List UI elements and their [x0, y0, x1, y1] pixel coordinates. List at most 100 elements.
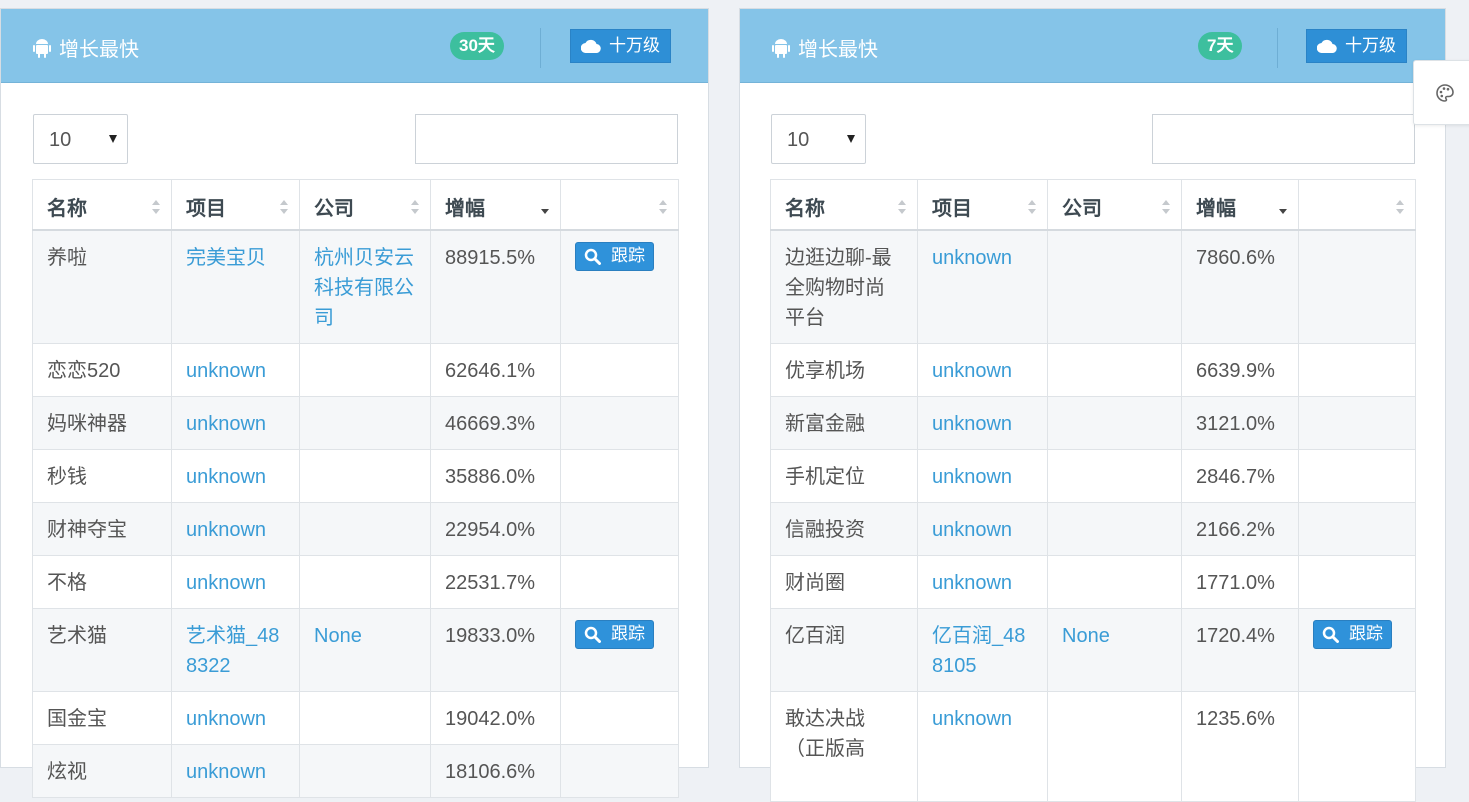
col-header-growth[interactable]: 增幅	[430, 179, 561, 231]
cell-project: unknown	[171, 395, 300, 450]
page-size-select[interactable]: 10	[33, 114, 128, 164]
level-button[interactable]: 十万级	[1306, 29, 1407, 63]
cell-growth: 1771.0%	[1181, 554, 1299, 609]
table-row: 秒钱 unknown 35886.0%	[32, 448, 679, 503]
search-icon	[584, 248, 601, 265]
company-link[interactable]: None	[1062, 625, 1110, 647]
panel-title: 增长最快	[33, 33, 139, 62]
sort-desc-icon	[1279, 209, 1287, 214]
project-link[interactable]: unknown	[186, 519, 266, 541]
col-header-action[interactable]	[560, 179, 679, 231]
cell-name: 不格	[32, 554, 172, 609]
cell-growth: 19833.0%	[430, 607, 561, 692]
project-link[interactable]: unknown	[186, 761, 266, 783]
cell-company	[299, 448, 431, 503]
company-link[interactable]: None	[314, 625, 362, 647]
cell-growth: 22954.0%	[430, 501, 561, 556]
table-row: 财尚圈 unknown 1771.0%	[770, 554, 1416, 609]
track-button-label: 跟踪	[611, 624, 645, 643]
project-link[interactable]: unknown	[186, 413, 266, 435]
project-link[interactable]: unknown	[932, 572, 1012, 594]
project-link[interactable]: unknown	[932, 466, 1012, 488]
cell-growth: 6639.9%	[1181, 342, 1299, 397]
col-header-name[interactable]: 名称	[770, 179, 918, 231]
project-link[interactable]: unknown	[186, 572, 266, 594]
col-header-project[interactable]: 项目	[171, 179, 300, 231]
cell-action	[1298, 554, 1416, 609]
cell-project: unknown	[917, 395, 1048, 450]
cell-action	[1298, 229, 1416, 344]
project-link[interactable]: unknown	[932, 708, 1012, 730]
level-button[interactable]: 十万级	[570, 29, 671, 63]
cell-name: 妈咪神器	[32, 395, 172, 450]
cell-project: unknown	[171, 554, 300, 609]
project-link[interactable]: unknown	[932, 360, 1012, 382]
cell-company	[299, 690, 431, 745]
cell-action	[1298, 690, 1416, 802]
col-header-company[interactable]: 公司	[299, 179, 431, 231]
android-icon	[33, 38, 51, 58]
company-link[interactable]: 杭州贝安云科技有限公司	[314, 247, 414, 329]
project-link[interactable]: unknown	[186, 360, 266, 382]
cell-project: unknown	[171, 501, 300, 556]
project-link[interactable]: unknown	[932, 519, 1012, 541]
col-header-action[interactable]	[1298, 179, 1416, 231]
cell-growth: 1235.6%	[1181, 690, 1299, 802]
project-link[interactable]: 亿百润_488105	[932, 625, 1025, 677]
cell-growth: 18106.6%	[430, 743, 561, 798]
cell-company: None	[299, 607, 431, 692]
sort-icon	[1396, 200, 1404, 214]
search-icon	[584, 626, 601, 643]
cell-company	[299, 342, 431, 397]
track-button[interactable]: 跟踪	[575, 619, 654, 649]
table-row: 不格 unknown 22531.7%	[32, 554, 679, 609]
theme-settings-widget[interactable]	[1413, 60, 1469, 125]
page-size-select[interactable]: 10	[771, 114, 866, 164]
cell-growth: 7860.6%	[1181, 229, 1299, 344]
search-input[interactable]	[1152, 114, 1415, 164]
table-row: 艺术猫 艺术猫_488322 None 19833.0% 跟踪	[32, 607, 679, 692]
cell-project: unknown	[917, 690, 1048, 802]
cell-project: unknown	[917, 342, 1048, 397]
cell-name: 亿百润	[770, 607, 918, 692]
table-row: 优享机场 unknown 6639.9%	[770, 342, 1416, 397]
cell-action	[560, 554, 679, 609]
project-link[interactable]: unknown	[186, 708, 266, 730]
page-size-value: 10	[49, 129, 72, 151]
cell-company	[1047, 690, 1182, 802]
cell-growth: 88915.5%	[430, 229, 561, 344]
project-link[interactable]: 艺术猫_488322	[186, 625, 279, 677]
col-header-project[interactable]: 项目	[917, 179, 1048, 231]
cell-name: 养啦	[32, 229, 172, 344]
project-link[interactable]: unknown	[186, 466, 266, 488]
cell-growth: 35886.0%	[430, 448, 561, 503]
sort-icon	[898, 200, 906, 214]
cell-growth: 22531.7%	[430, 554, 561, 609]
level-button-label: 十万级	[609, 36, 660, 55]
growth-table: 名称 项目 公司 增幅 养啦 完美宝贝 杭州贝安云科技有限公司 88915.5%…	[32, 179, 679, 798]
col-header-growth[interactable]: 增幅	[1181, 179, 1299, 231]
search-input[interactable]	[415, 114, 678, 164]
table-row: 养啦 完美宝贝 杭州贝安云科技有限公司 88915.5% 跟踪	[32, 229, 679, 344]
project-link[interactable]: 完美宝贝	[186, 247, 266, 269]
period-badge: 30天	[450, 32, 504, 60]
track-button[interactable]: 跟踪	[575, 241, 654, 271]
cell-project: unknown	[917, 229, 1048, 344]
col-header-name[interactable]: 名称	[32, 179, 172, 231]
table-row: 敢达决战（正版高 unknown 1235.6%	[770, 690, 1416, 802]
col-header-company[interactable]: 公司	[1047, 179, 1182, 231]
cell-name: 信融投资	[770, 501, 918, 556]
cell-action	[1298, 448, 1416, 503]
cell-project: unknown	[171, 448, 300, 503]
level-button-label: 十万级	[1345, 36, 1396, 55]
page-size-value: 10	[787, 129, 810, 151]
project-link[interactable]: unknown	[932, 247, 1012, 269]
track-button[interactable]: 跟踪	[1313, 619, 1392, 649]
android-icon	[772, 38, 790, 58]
cell-action: 跟踪	[560, 229, 679, 344]
cell-name: 敢达决战（正版高	[770, 690, 918, 802]
cell-action	[560, 690, 679, 745]
period-badge: 7天	[1198, 32, 1243, 60]
cell-project: 亿百润_488105	[917, 607, 1048, 692]
project-link[interactable]: unknown	[932, 413, 1012, 435]
